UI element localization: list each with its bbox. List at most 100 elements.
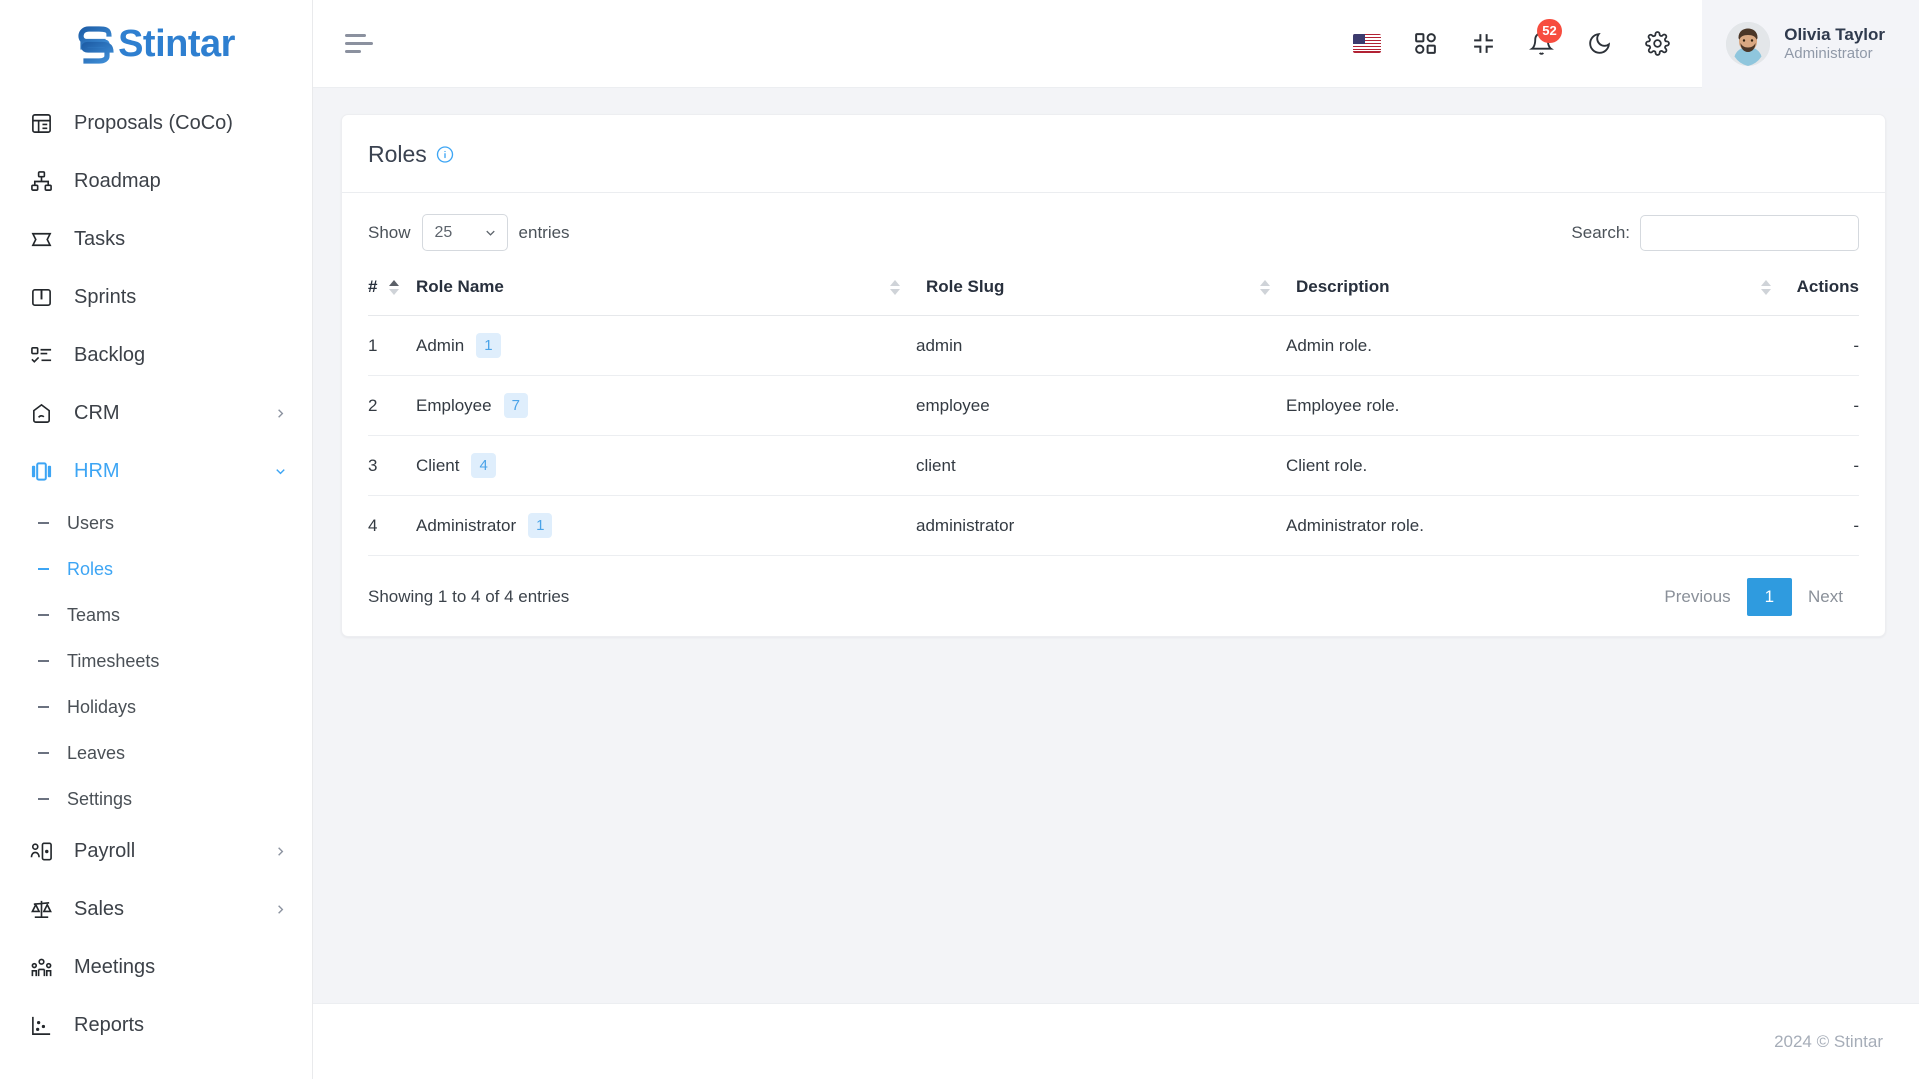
- sidebar-subitem-holidays[interactable]: Holidays: [0, 684, 312, 730]
- table-row[interactable]: 1 Admin 1 admin Admin role. -: [368, 315, 1859, 376]
- compress-icon[interactable]: [1468, 29, 1498, 59]
- search-control: Search:: [1571, 214, 1859, 251]
- entries-label: entries: [518, 222, 570, 242]
- sidebar-item-reports[interactable]: Reports: [0, 996, 312, 1054]
- user-name: Olivia Taylor: [1784, 24, 1885, 44]
- column-header-role-name[interactable]: Role Name: [416, 267, 916, 316]
- sidebar-item-payroll[interactable]: Payroll: [0, 822, 312, 880]
- chevron-right-icon: [272, 901, 288, 917]
- role-count-badge: 1: [476, 333, 501, 358]
- sidebar-item-sales[interactable]: Sales: [0, 880, 312, 938]
- card-header: Roles: [342, 115, 1885, 193]
- cell-actions: -: [1749, 495, 1859, 556]
- role-count-badge: 4: [471, 453, 496, 478]
- column-header-description[interactable]: Description: [1260, 267, 1749, 316]
- sidebar: Stintar Proposals (CoCo) Roadmap Tasks S…: [0, 0, 313, 1079]
- pagination-previous[interactable]: Previous: [1648, 578, 1746, 616]
- sales-icon: [28, 896, 54, 922]
- chevron-right-icon: [272, 843, 288, 859]
- gear-icon[interactable]: [1642, 29, 1672, 59]
- sidebar-subitem-label: Settings: [67, 788, 133, 809]
- crm-icon: [28, 400, 54, 426]
- main-area: 52 Olivia Taylor Administrator Roles Sho…: [313, 0, 1919, 1079]
- stintar-s-icon: [78, 26, 114, 64]
- sidebar-item-crm[interactable]: CRM: [0, 384, 312, 442]
- sidebar-subitem-settings[interactable]: Settings: [0, 776, 312, 822]
- sort-icon-asc: [389, 279, 400, 295]
- cell-description: Employee role.: [1286, 375, 1749, 436]
- roles-table: # Role Name Role Slug Description Action…: [368, 267, 1859, 556]
- role-count-badge: 7: [503, 393, 528, 418]
- card-body: Show 10 25 50 100: [342, 193, 1885, 636]
- user-role: Administrator: [1784, 44, 1873, 62]
- cell-role-slug: admin: [916, 315, 1286, 376]
- pagination-next[interactable]: Next: [1792, 578, 1859, 616]
- apps-grid-icon[interactable]: [1410, 29, 1440, 59]
- tasks-icon: [28, 226, 54, 252]
- column-label: Role Slug: [926, 277, 1005, 296]
- us-flag-icon[interactable]: [1352, 29, 1382, 59]
- column-header-num[interactable]: #: [368, 267, 416, 316]
- sidebar-subitem-leaves[interactable]: Leaves: [0, 730, 312, 776]
- sidebar-item-label: Proposals (CoCo): [74, 111, 233, 134]
- sidebar-subitem-label: Users: [67, 512, 115, 533]
- dash-icon: [32, 568, 54, 570]
- role-name-text: Client: [416, 455, 460, 475]
- table-row[interactable]: 3 Client 4 client Client role. -: [368, 435, 1859, 496]
- cell-actions: -: [1749, 435, 1859, 496]
- topbar: 52 Olivia Taylor Administrator: [313, 0, 1919, 88]
- sidebar-subitem-label: Roles: [67, 558, 114, 579]
- table-row[interactable]: 2 Employee 7 employee Employee role. -: [368, 375, 1859, 436]
- search-input[interactable]: [1640, 214, 1859, 251]
- proposals-icon: [28, 110, 54, 136]
- hamburger-icon[interactable]: [340, 23, 382, 65]
- brand-name: Stintar: [118, 22, 235, 65]
- pagination-page-1[interactable]: 1: [1746, 578, 1793, 616]
- sidebar-item-label: Payroll: [74, 839, 136, 862]
- page-footer: 2024 © Stintar: [313, 1003, 1919, 1079]
- cell-role-name: Employee 7: [416, 375, 916, 436]
- sidebar-item-backlog[interactable]: Backlog: [0, 326, 312, 384]
- avatar: [1726, 21, 1771, 66]
- payroll-icon: [28, 838, 54, 864]
- sidebar-item-proposals[interactable]: Proposals (CoCo): [0, 94, 312, 152]
- show-entries-control: Show 10 25 50 100: [368, 214, 570, 251]
- sidebar-item-tasks[interactable]: Tasks: [0, 210, 312, 268]
- cell-description: Administrator role.: [1286, 495, 1749, 556]
- cell-description: Admin role.: [1286, 315, 1749, 376]
- sidebar-item-sprints[interactable]: Sprints: [0, 268, 312, 326]
- cell-role-name: Client 4: [416, 435, 916, 496]
- copyright-text: 2024 © Stintar: [1774, 1031, 1883, 1051]
- brand-logo[interactable]: Stintar: [0, 0, 312, 88]
- user-menu[interactable]: Olivia Taylor Administrator: [1702, 0, 1919, 88]
- column-header-role-slug[interactable]: Role Slug: [890, 267, 1286, 316]
- column-label: Description: [1296, 277, 1390, 296]
- sidebar-subitem-label: Timesheets: [67, 650, 160, 671]
- bell-icon[interactable]: 52: [1526, 18, 1562, 59]
- table-body: 1 Admin 1 admin Admin role. - 2 Employee…: [368, 315, 1859, 556]
- sidebar-subitem-timesheets[interactable]: Timesheets: [0, 638, 312, 684]
- table-row[interactable]: 4 Administrator 1 administrator Administ…: [368, 495, 1859, 556]
- sidebar-subitem-teams[interactable]: Teams: [0, 592, 312, 638]
- moon-icon[interactable]: [1584, 29, 1614, 59]
- sidebar-subitem-label: Leaves: [67, 742, 126, 763]
- info-circle-icon[interactable]: [436, 146, 454, 164]
- dash-icon: [32, 522, 54, 524]
- sidebar-item-meetings[interactable]: Meetings: [0, 938, 312, 996]
- sidebar-subitem-users[interactable]: Users: [0, 500, 312, 546]
- roadmap-icon: [28, 168, 54, 194]
- sort-icon: [890, 279, 900, 295]
- page-length-select[interactable]: 10 25 50 100: [421, 214, 508, 251]
- column-label: Role Name: [416, 277, 504, 296]
- reports-icon: [28, 1012, 54, 1038]
- sidebar-item-roadmap[interactable]: Roadmap: [0, 152, 312, 210]
- sort-icon: [1260, 279, 1270, 295]
- sidebar-item-hrm[interactable]: HRM: [0, 442, 312, 500]
- sidebar-subitem-roles[interactable]: Roles: [0, 546, 312, 592]
- page-length-select-wrap: 10 25 50 100: [421, 214, 508, 251]
- meetings-icon: [28, 954, 54, 980]
- cell-actions: -: [1749, 315, 1859, 376]
- sidebar-item-label: HRM: [74, 459, 120, 482]
- sidebar-item-label: Reports: [74, 1013, 145, 1036]
- page-title: Roles: [368, 141, 427, 167]
